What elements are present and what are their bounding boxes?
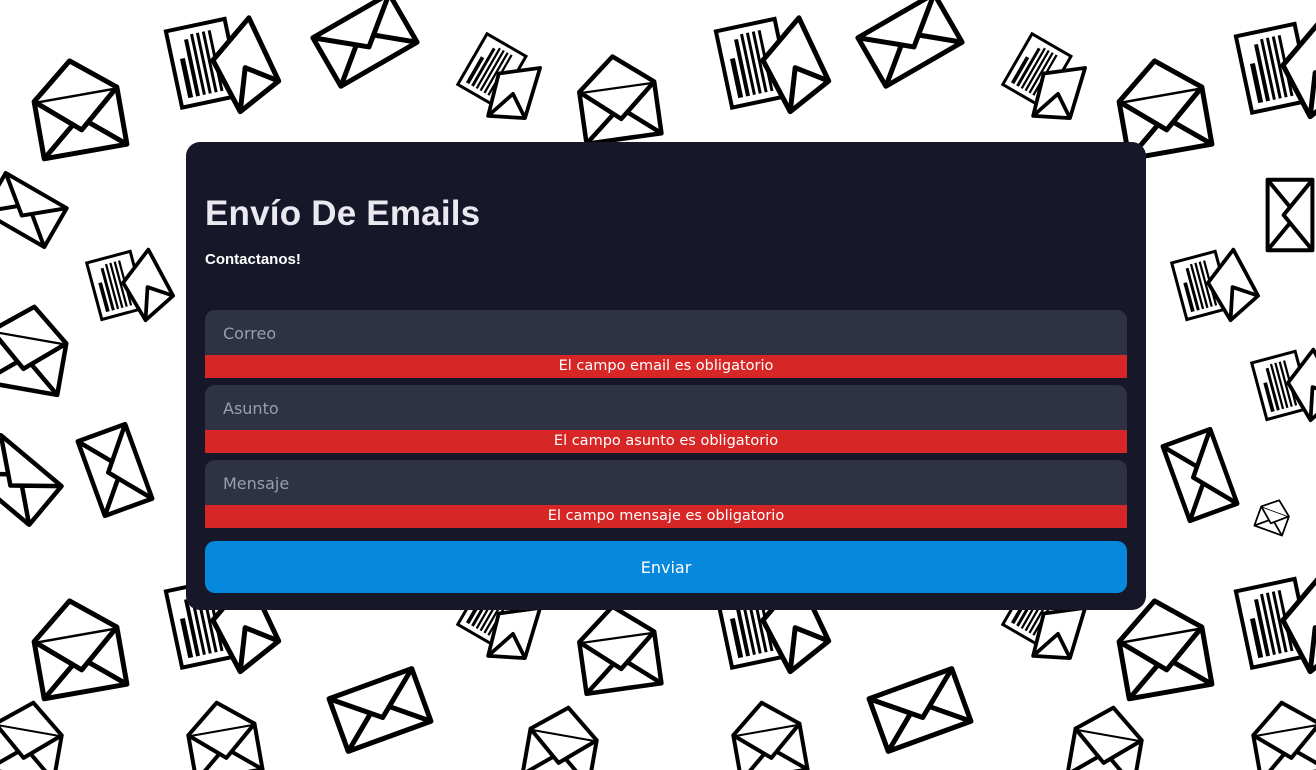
email-field[interactable] [205,310,1127,356]
subject-error-message: El campo asunto es obligatorio [205,430,1127,453]
message-error-message: El campo mensaje es obligatorio [205,505,1127,528]
submit-button[interactable]: Enviar [205,541,1127,593]
email-error-message: El campo email es obligatorio [205,355,1127,378]
message-field[interactable] [205,460,1127,506]
page-title: Envío De Emails [205,194,481,233]
form-subtitle: Contactanos! [205,251,301,268]
subject-field[interactable] [205,385,1127,431]
contact-form-card: Envío De Emails Contactanos! El campo em… [186,142,1146,610]
